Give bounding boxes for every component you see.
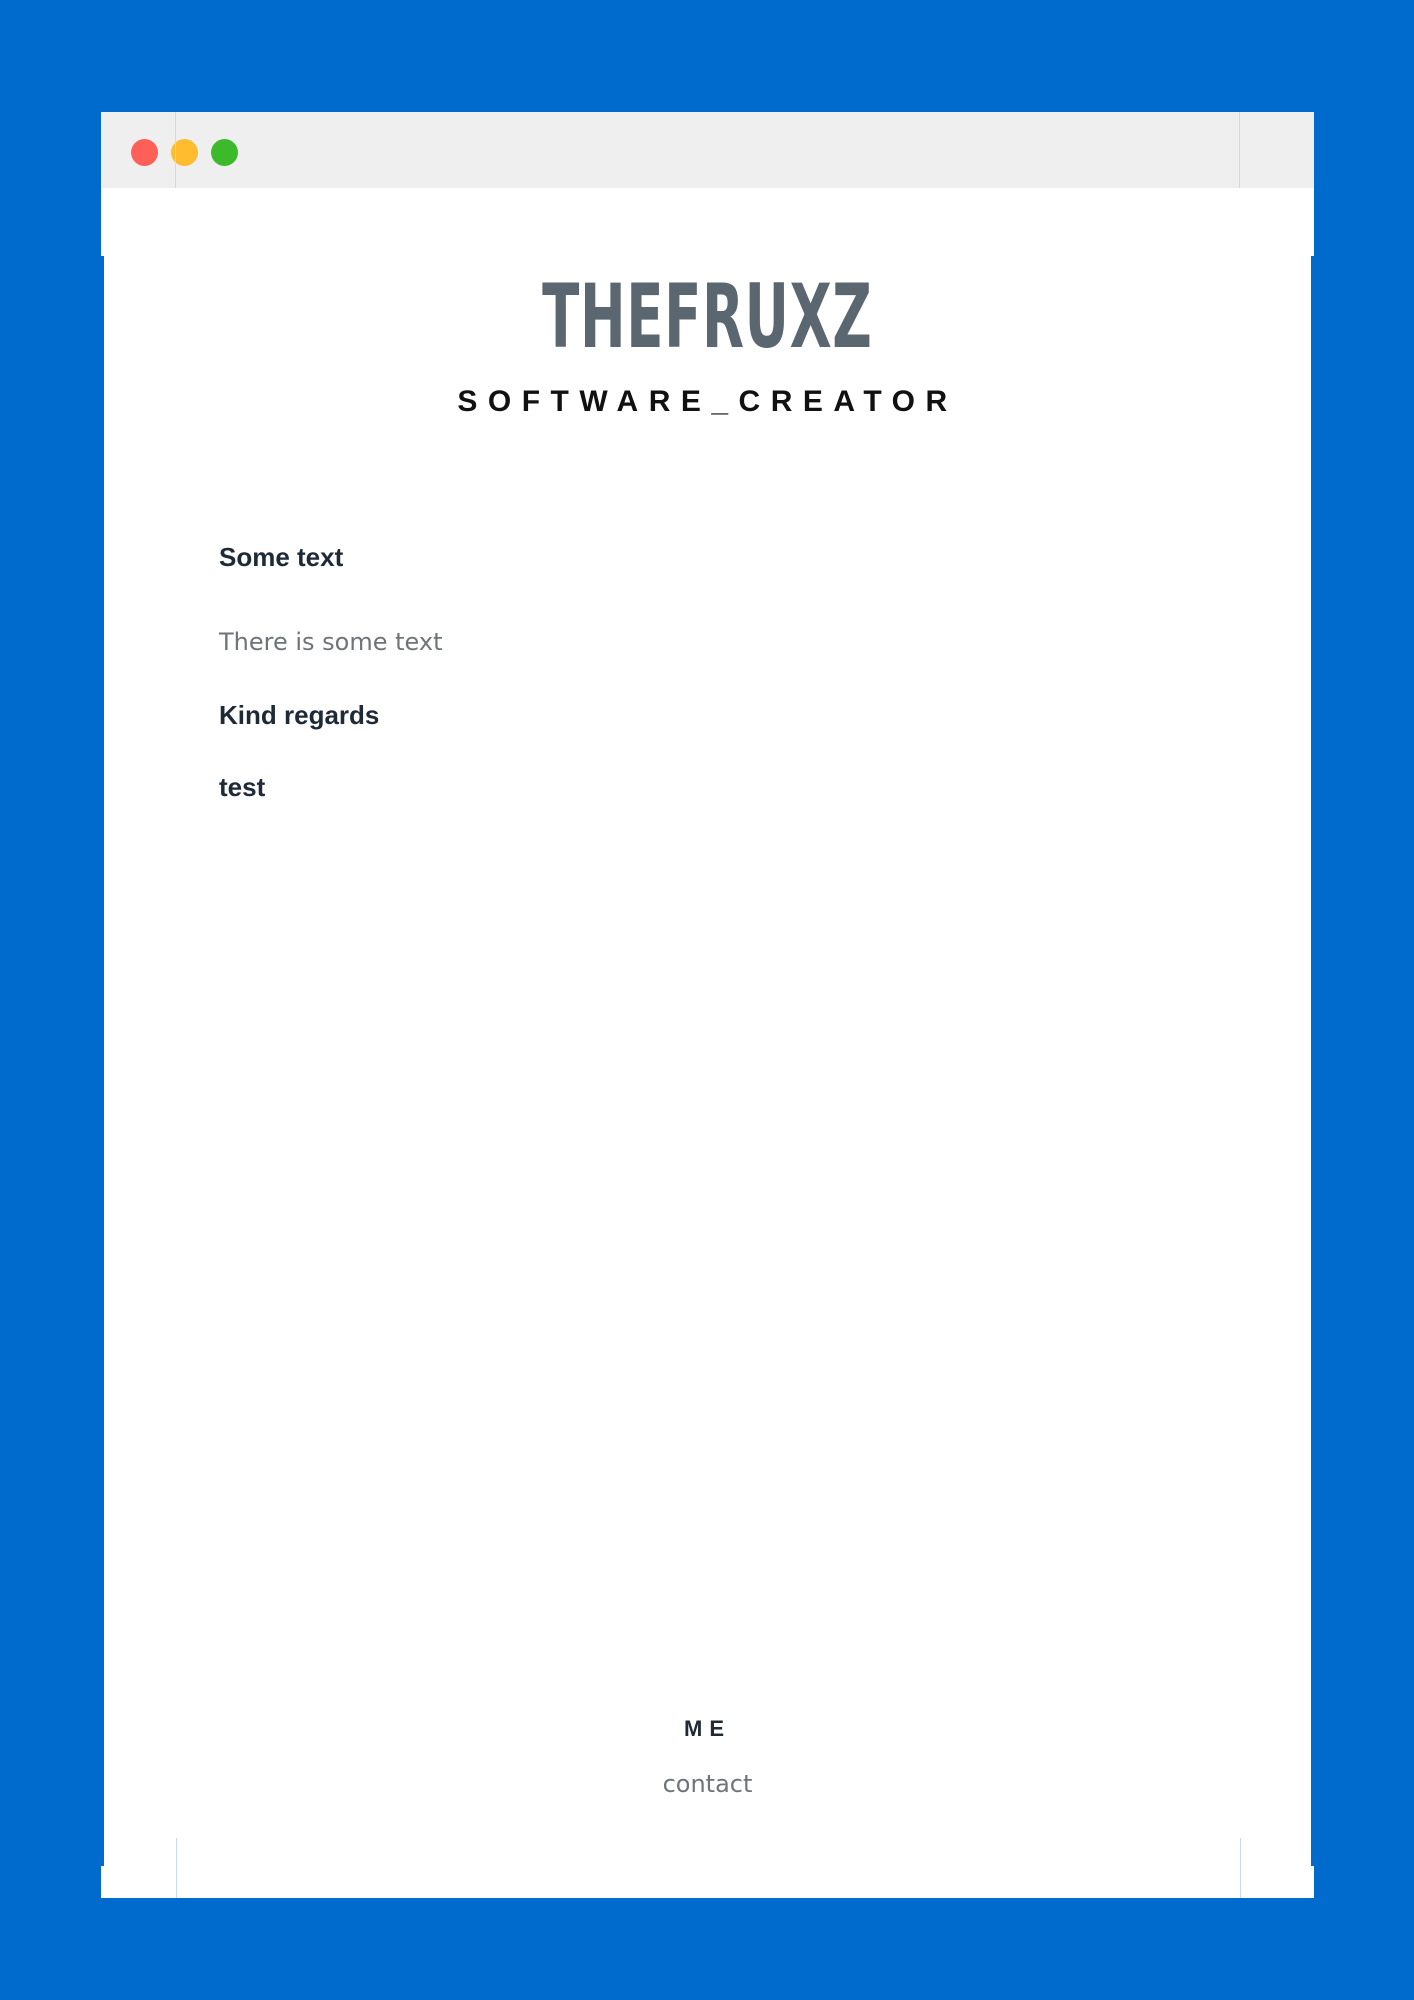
guide-line <box>175 112 176 188</box>
guide-line <box>1240 1838 1241 1898</box>
page: { "colors": { "background": "#006bcc", "… <box>0 0 1414 2000</box>
maximize-dot-icon[interactable] <box>211 139 238 166</box>
browser-window: THEFRUXZ SOFTWARE_CREATOR Some text Ther… <box>101 112 1314 1898</box>
regards-heading: Kind regards <box>219 700 380 730</box>
signature-heading: test <box>219 772 266 802</box>
guide-line <box>1239 112 1240 188</box>
window-edge <box>101 256 104 1866</box>
contact-link[interactable]: contact <box>101 1770 1314 1798</box>
window-titlebar <box>101 112 1314 188</box>
window-edge <box>1311 256 1314 1866</box>
site-subtitle: SOFTWARE_CREATOR <box>457 385 958 418</box>
guide-line <box>176 1838 177 1898</box>
site-title: THEFRUXZ <box>542 265 873 368</box>
section-heading: Some text <box>219 542 344 572</box>
close-dot-icon[interactable] <box>131 139 158 166</box>
footer-section-title: ME <box>684 1716 731 1741</box>
body-text: There is some text <box>219 628 443 656</box>
